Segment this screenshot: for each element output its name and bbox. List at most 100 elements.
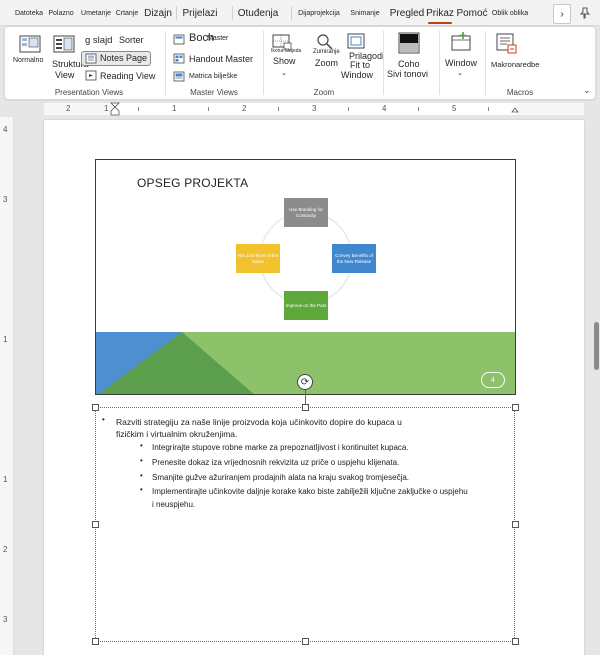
fit-to-window-label-c: Window (341, 70, 374, 80)
notes-page-label: Notes Page (100, 53, 148, 63)
handout-master-button[interactable]: Handout Master (189, 54, 253, 64)
ruler-number: 4 (3, 125, 8, 134)
notes-master-icon (173, 71, 185, 82)
group-separator (439, 31, 440, 95)
bullet-icon: • (140, 456, 143, 465)
notes-sub-1: Integrirajte stupove robne marke za prep… (152, 443, 409, 452)
slide-sorter-button[interactable]: g slajd (85, 35, 112, 46)
vertical-scrollbar[interactable] (592, 117, 600, 655)
grayscale-icon (398, 32, 420, 54)
outline-view-icon (53, 35, 75, 53)
reading-view-button[interactable]: Reading View (100, 71, 155, 81)
show-button[interactable]: Show (273, 56, 296, 66)
group-separator (165, 31, 166, 95)
scrollbar-thumb[interactable] (594, 322, 599, 370)
resize-handle[interactable] (512, 404, 519, 411)
collapse-ribbon-icon[interactable]: ⌄ (583, 85, 591, 96)
ruler-number: 3 (3, 615, 8, 624)
ruler-number: 2 (66, 104, 71, 113)
new-window-icon (451, 32, 471, 51)
more-tabs-button[interactable]: › (553, 4, 571, 24)
ruler-number: 2 (3, 545, 8, 554)
resize-handle[interactable] (302, 638, 309, 645)
notes-sub-3: Smanjite gužve ažuriranjem prodajnih ala… (152, 473, 410, 482)
slide-icons-label: Ikona Slajeda (271, 48, 302, 54)
window-button[interactable]: Window (445, 58, 477, 68)
right-indent-marker-icon[interactable] (511, 105, 519, 113)
handout-master-icon (173, 53, 185, 64)
group-separator (383, 31, 384, 95)
notes-sub-4-line-2: i neuspjehu. (152, 500, 196, 509)
macros-button[interactable]: Makronaredbe (491, 60, 539, 69)
ruler-number: 3 (3, 195, 8, 204)
tab-separator (291, 6, 292, 20)
bullet-icon: • (140, 485, 143, 494)
resize-handle[interactable] (92, 404, 99, 411)
notes-main-line-1: Razviti strategiju za naše linije proizv… (116, 417, 402, 427)
notes-master-button[interactable]: Matrica bilješke (189, 73, 237, 80)
indent-marker-icon[interactable] (110, 102, 120, 116)
tab-help[interactable]: Pomoć (456, 0, 488, 26)
color-button[interactable]: Coho (398, 59, 420, 69)
tab-design[interactable]: Dizajn (142, 0, 174, 26)
chevron-down-icon: ⌄ (457, 70, 463, 77)
pin-ribbon-icon[interactable] (578, 6, 592, 20)
ruler-number: 4 (382, 104, 387, 113)
reading-view-icon (85, 70, 97, 81)
macros-group-label: Macros (506, 88, 534, 97)
normal-view-icon (19, 35, 41, 53)
bullet-icon: • (140, 441, 143, 450)
tab-separator (176, 6, 177, 20)
tab-transitions[interactable]: Prijelazi (180, 0, 220, 26)
tab-insert[interactable]: Umetanje (80, 0, 112, 26)
chevron-right-icon: › (560, 8, 564, 20)
slide-background (96, 211, 515, 394)
slide-master-icon (173, 34, 185, 45)
tab-record[interactable]: Snimanje (348, 0, 382, 26)
bullet-icon: • (140, 471, 143, 480)
rotate-handle-icon[interactable]: ⟳ (297, 374, 313, 390)
macros-icon (496, 33, 517, 54)
slide-master-label: Master (207, 35, 229, 42)
ribbon-tabs: Datoteka Polazno Umetanje Crtanje Dizajn… (0, 0, 600, 26)
resize-handle[interactable] (512, 638, 519, 645)
ruler-number: 1 (3, 335, 8, 344)
tab-home[interactable]: Polazno (46, 0, 76, 26)
tab-view[interactable]: Prikaz (425, 0, 455, 26)
tab-file[interactable]: Datoteka (12, 0, 46, 26)
resize-handle[interactable] (302, 404, 309, 411)
horizontal-ruler: 2 1 1 2 3 4 5 (0, 101, 600, 117)
grayscale-button[interactable]: Sivi tonovi (387, 69, 428, 79)
normal-view-button[interactable]: Normalno (13, 57, 43, 64)
resize-handle[interactable] (92, 638, 99, 645)
group-separator (263, 31, 264, 95)
cycle-box-top: Use Branding for Continuity (284, 198, 328, 227)
ruler-number: 2 (242, 104, 247, 113)
ruler-number: 5 (452, 104, 457, 113)
outline-view-label: View (55, 70, 75, 80)
cycle-box-right: Convey Benefits of the New Release (332, 244, 376, 273)
group-separator (485, 31, 486, 95)
tab-review[interactable]: Pregled (389, 0, 425, 26)
notes-sub-2: Prenesite dokaz iza vrijednosnih rekvizi… (152, 458, 400, 467)
zoom-group-label: Zoom (313, 88, 335, 97)
tab-shape-format[interactable]: Oblik oblika (488, 0, 532, 26)
zoom-small-label: Zumiranje (313, 49, 340, 55)
cycle-box-bottom: Improve on the Past (284, 291, 328, 320)
chevron-down-icon: ⌄ (281, 70, 287, 77)
resize-handle[interactable] (92, 521, 99, 528)
resize-handle[interactable] (512, 521, 519, 528)
tab-slideshow[interactable]: Dijaprojekcija (295, 0, 343, 26)
cycle-box-left: Not Just More of the Same (236, 244, 280, 273)
slide-number-badge: 4 (481, 372, 505, 388)
ruler-number: 1 (104, 104, 109, 113)
tab-animations[interactable]: Otuđenja (236, 0, 280, 26)
slide-thumbnail[interactable]: OPSEG PROJEKTA Use Branding for Continui… (95, 159, 516, 395)
zoom-button[interactable]: Zoom (315, 58, 338, 68)
vertical-ruler: 4 3 1 1 2 3 (0, 117, 14, 655)
ruler-number: 3 (312, 104, 317, 113)
fit-to-window-button[interactable]: Fit to (350, 60, 370, 70)
ruler-number: 1 (172, 104, 177, 113)
tab-draw[interactable]: Crtanje (113, 0, 141, 26)
master-views-group-label: Master Views (190, 88, 238, 97)
